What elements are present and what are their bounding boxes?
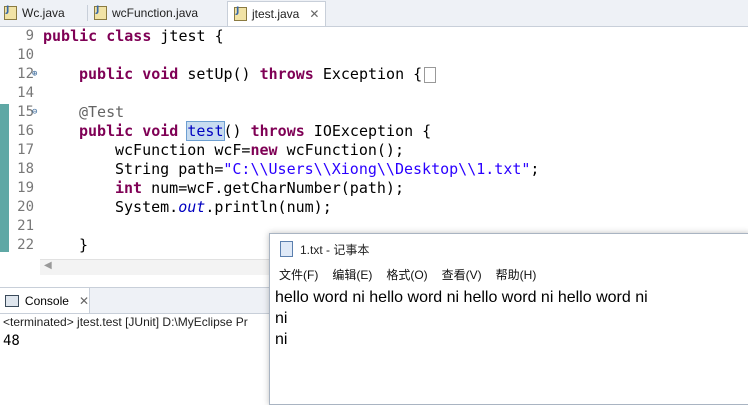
notepad-menu-bar: 文件(F) 编辑(E) 格式(O) 查看(V) 帮助(H) — [270, 264, 748, 284]
line-number: 18 — [17, 161, 34, 177]
code-line: 19 int num=wcF.getCharNumber(path); — [0, 179, 748, 198]
tab-wcfunction-java[interactable]: wcFunction.java — [94, 2, 198, 24]
keyword: public void — [79, 122, 179, 140]
keyword: int — [115, 179, 143, 197]
collapse-fold-icon[interactable]: ⊖ — [32, 107, 37, 117]
code-text: .println(num); — [205, 198, 332, 216]
tab-jtest-java[interactable]: jtest.java ✕ — [227, 1, 327, 26]
line-number: 19 — [17, 180, 34, 196]
code-text: wcFunction wcF= — [115, 141, 251, 159]
line-number: 21 — [17, 218, 34, 234]
code-line: 18 String path="C:\\Users\\Xiong\\Deskto… — [0, 160, 748, 179]
notepad-window[interactable]: 1.txt - 记事本 文件(F) 编辑(E) 格式(O) 查看(V) 帮助(H… — [269, 233, 748, 405]
notepad-title-bar[interactable]: 1.txt - 记事本 — [270, 234, 748, 264]
tab-console[interactable]: Console ✕ — [0, 288, 90, 313]
expand-fold-icon[interactable]: ⊕ — [32, 69, 37, 79]
keyword: new — [250, 141, 278, 159]
keyword: throws — [250, 122, 305, 140]
code-editor[interactable]: 9 public class jtest { 10 12 ⊕ public vo… — [0, 27, 748, 259]
console-output: 48 — [3, 333, 20, 349]
close-icon[interactable]: ✕ — [79, 294, 89, 308]
tab-label: jtest.java — [252, 7, 300, 21]
editor-tab-bar: Wc.java wcFunction.java jtest.java ✕ — [0, 0, 748, 27]
text-line: ni — [275, 331, 288, 348]
java-file-icon — [4, 5, 17, 20]
line-number: 14 — [17, 85, 34, 101]
code-text: wcFunction(); — [277, 141, 404, 159]
line-number: 9 — [25, 28, 34, 44]
code-text: ; — [530, 160, 540, 178]
notepad-text-area[interactable]: hello word ni hello word ni hello word n… — [275, 287, 648, 350]
code-line: 17 wcFunction wcF=new wcFunction(); — [0, 141, 748, 160]
code-line: 14 — [0, 84, 748, 103]
tab-label: wcFunction.java — [112, 6, 199, 20]
keyword: public class — [43, 27, 152, 45]
keyword: throws — [259, 65, 314, 83]
menu-file[interactable]: 文件(F) — [279, 266, 318, 283]
code-text: String path= — [115, 160, 224, 178]
menu-edit[interactable]: 编辑(E) — [332, 266, 372, 283]
code-text: jtest { — [151, 27, 224, 45]
line-number: 17 — [17, 142, 34, 158]
collapsed-code-marker[interactable] — [424, 66, 437, 83]
scroll-left-icon[interactable]: ◀ — [44, 260, 52, 271]
code-line: 15 ⊖ @Test — [0, 103, 748, 122]
text-line: ni — [275, 310, 288, 327]
tab-label: Console — [24, 293, 69, 308]
tab-separator — [87, 5, 88, 21]
code-line: 12 ⊕ public void setUp() throws Exceptio… — [0, 65, 748, 84]
notepad-icon — [280, 241, 293, 257]
text-line: hello word ni hello word ni hello word n… — [275, 289, 648, 306]
menu-help[interactable]: 帮助(H) — [496, 266, 537, 283]
string-literal: "C:\\Users\\Xiong\\Desktop\\1.txt" — [223, 160, 531, 178]
code-text: () — [223, 122, 251, 140]
selected-method-name[interactable]: test — [186, 121, 225, 141]
menu-view[interactable]: 查看(V) — [442, 266, 482, 283]
console-icon — [5, 294, 19, 307]
tab-wc-java[interactable]: Wc.java — [4, 2, 65, 24]
static-field: out — [178, 198, 206, 216]
code-line: 20 System.out.println(num); — [0, 198, 748, 217]
code-line: 10 — [0, 46, 748, 65]
menu-format[interactable]: 格式(O) — [386, 266, 427, 283]
code-text: num=wcF.getCharNumber(path); — [142, 179, 404, 197]
line-number: 16 — [17, 123, 34, 139]
line-number: 20 — [17, 199, 34, 215]
code-text: } — [79, 236, 89, 254]
annotation: @Test — [79, 103, 125, 121]
window-title: 1.txt - 记事本 — [300, 242, 370, 257]
code-text: System. — [115, 198, 179, 216]
code-text: setUp() — [178, 65, 260, 83]
close-icon[interactable]: ✕ — [309, 7, 319, 21]
line-number: 15 — [17, 104, 34, 120]
java-file-icon — [94, 5, 107, 20]
code-text: IOException { — [304, 122, 432, 140]
line-number: 22 — [17, 237, 34, 253]
code-line: 16 public void test() throws IOException… — [0, 121, 748, 141]
keyword: public void — [79, 65, 179, 83]
code-text: Exception { — [313, 65, 423, 83]
line-number: 10 — [17, 47, 34, 63]
tab-label: Wc.java — [22, 6, 65, 20]
line-number: 12 — [17, 66, 34, 82]
console-status: <terminated> jtest.test [JUnit] D:\MyEcl… — [3, 315, 248, 329]
java-file-icon — [234, 6, 247, 21]
code-line: 9 public class jtest { — [0, 27, 748, 46]
